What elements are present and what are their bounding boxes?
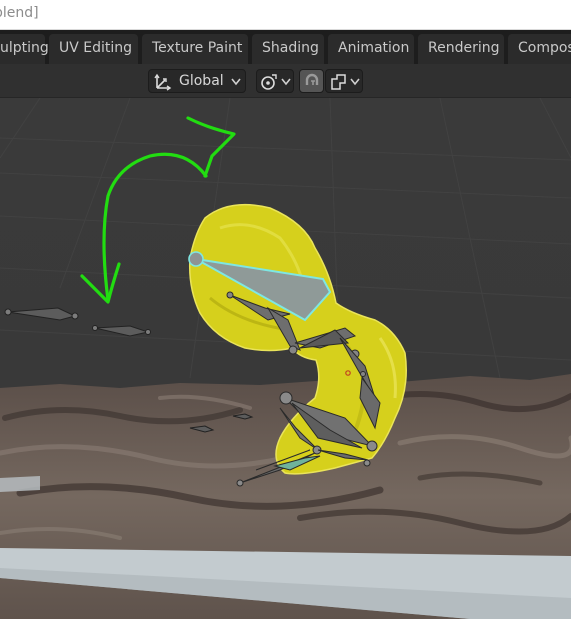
window-title: blend] (0, 5, 39, 21)
viewport-header: Global (0, 64, 571, 98)
tab-label: Texture Paint (152, 40, 243, 56)
tab-sculpting[interactable]: ulpting (0, 34, 49, 64)
tab-uv-editing[interactable]: UV Editing (49, 34, 138, 64)
tab-shading[interactable]: Shading (252, 34, 324, 64)
transform-orientation-icon (154, 73, 172, 91)
snap-magnet-icon (305, 73, 319, 85)
tab-label: Shading (262, 40, 319, 56)
tab-label: ulpting (0, 40, 49, 56)
3d-viewport[interactable] (0, 98, 571, 619)
chevron-down-icon (231, 78, 241, 86)
tab-label: Compos (518, 40, 571, 56)
pivot-point-icon (261, 74, 277, 90)
transform-orientation-dropdown[interactable]: Global (148, 69, 246, 93)
tab-rendering[interactable]: Rendering (418, 34, 504, 64)
snap-toggle[interactable] (299, 69, 324, 93)
tab-texture-paint[interactable]: Texture Paint (142, 34, 248, 64)
tab-animation[interactable]: Animation (328, 34, 414, 64)
tab-label: Animation (338, 40, 410, 56)
tab-label: UV Editing (59, 40, 133, 56)
chevron-down-icon (281, 78, 291, 86)
snap-target-dropdown[interactable] (325, 69, 363, 93)
pivot-point-dropdown[interactable] (256, 69, 294, 93)
workspace-tab-bar: ulpting UV Editing Texture Paint Shading… (0, 30, 571, 64)
floor-plane-left (0, 476, 40, 492)
window-title-bar: blend] (0, 0, 571, 30)
snap-target-icon (331, 74, 346, 90)
tab-compositing[interactable]: Compos (508, 34, 571, 64)
transform-orientation-value: Global (179, 73, 224, 89)
tab-label: Rendering (428, 40, 500, 56)
chevron-down-icon (350, 78, 360, 86)
